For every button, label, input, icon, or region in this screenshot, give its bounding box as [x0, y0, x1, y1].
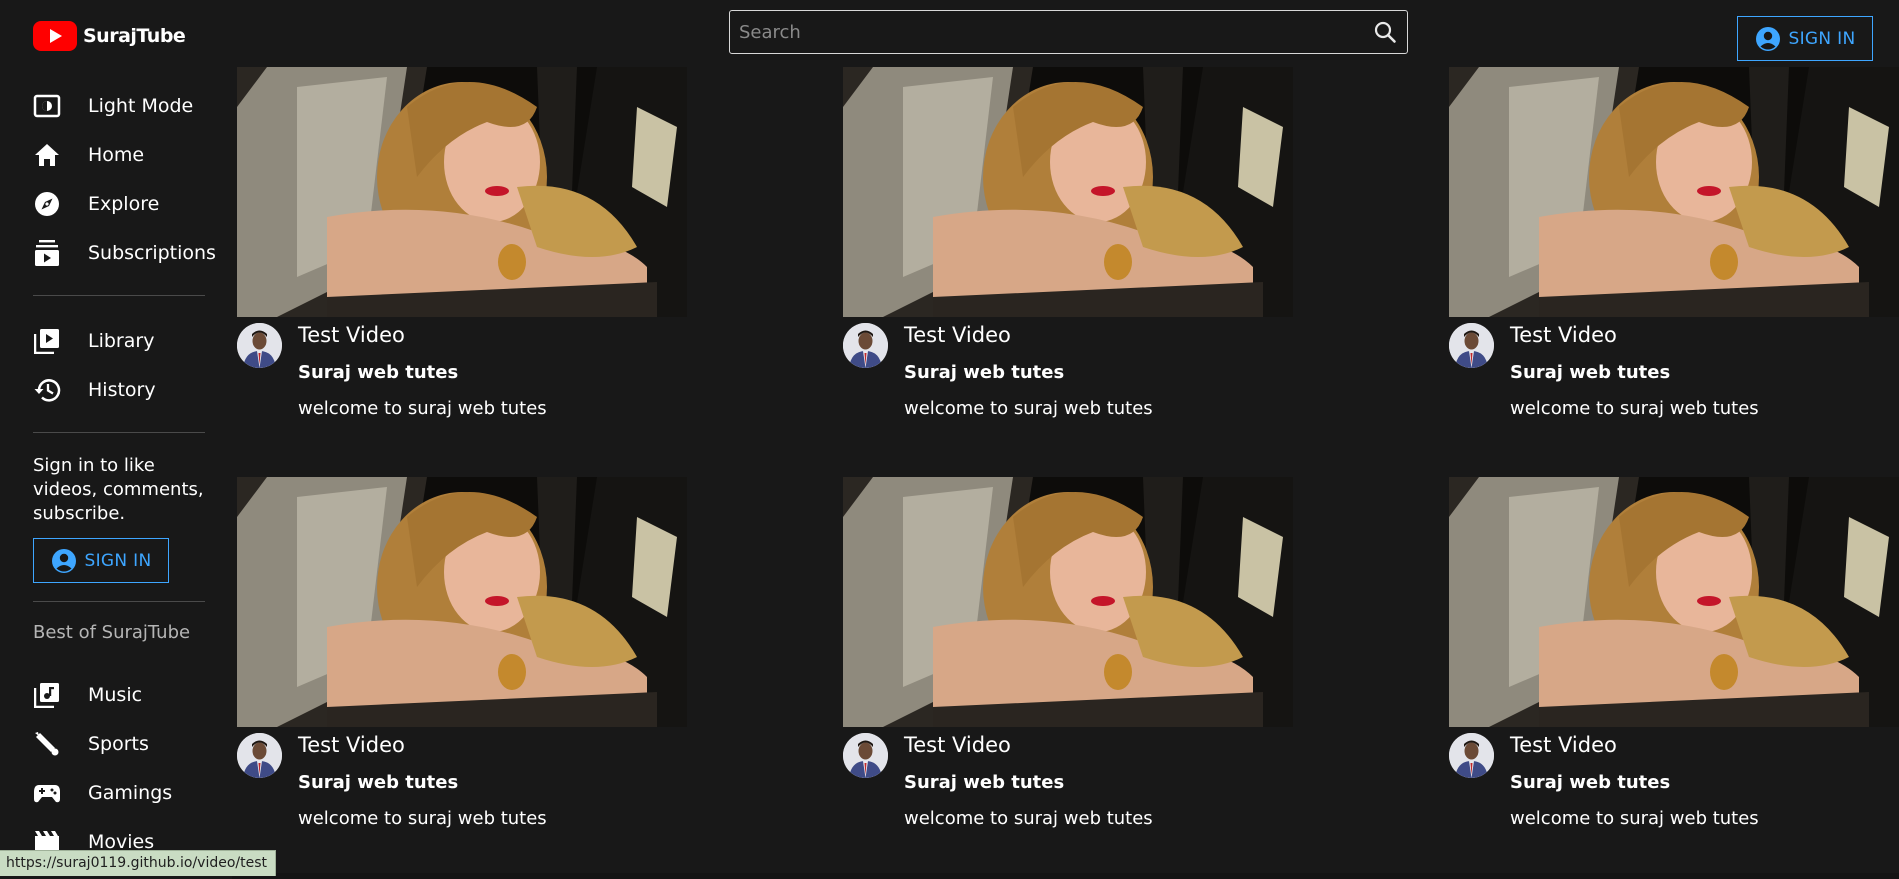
video-title[interactable]: Test Video [904, 733, 1011, 757]
sidebar-item-label: Home [88, 144, 145, 166]
video-thumbnail[interactable] [843, 477, 1293, 727]
header-signin-label: SIGN IN [1788, 28, 1856, 49]
sidebar-item-gamings[interactable]: Gamings [33, 775, 172, 811]
sidebar-signin-label: SIGN IN [84, 550, 152, 571]
video-description: welcome to suraj web tutes [904, 398, 1153, 419]
sidebar-item-label: History [88, 379, 156, 401]
search-input[interactable] [730, 11, 1363, 53]
logo-play-icon [33, 21, 77, 51]
video-thumbnail[interactable] [237, 67, 687, 317]
channel-name[interactable]: Suraj web tutes [904, 772, 1064, 793]
video-thumbnail[interactable] [843, 67, 1293, 317]
channel-avatar[interactable] [237, 733, 282, 778]
signin-prompt: Sign in to like videos, comments, subscr… [33, 455, 204, 524]
sidebar-item-music[interactable]: Music [33, 677, 142, 713]
sidebar-item-label: Sports [88, 733, 149, 755]
sidebar-item-label: Library [88, 330, 155, 352]
video-title[interactable]: Test Video [298, 733, 405, 757]
video-description: welcome to suraj web tutes [904, 808, 1153, 829]
video-card[interactable]: Test Video Suraj web tutes welcome to su… [237, 67, 687, 427]
channel-avatar[interactable] [843, 323, 888, 368]
subscriptions-icon [33, 239, 61, 267]
sidebar-divider [33, 601, 205, 602]
sidebar-item-explore[interactable]: Explore [33, 186, 159, 222]
link-status-bar: https://suraj0119.github.io/video/test [0, 850, 277, 876]
header-signin-button[interactable]: SIGN IN [1737, 16, 1873, 61]
search-icon [1374, 21, 1396, 43]
video-title[interactable]: Test Video [904, 323, 1011, 347]
channel-avatar[interactable] [1449, 733, 1494, 778]
explore-icon [33, 190, 61, 218]
channel-avatar[interactable] [1449, 323, 1494, 368]
channel-name[interactable]: Suraj web tutes [1510, 362, 1670, 383]
channel-name[interactable]: Suraj web tutes [298, 772, 458, 793]
sports-icon [33, 730, 61, 758]
sidebar-item-home[interactable]: Home [33, 137, 144, 173]
sidebar-item-history[interactable]: History [33, 372, 156, 408]
music-icon [33, 681, 61, 709]
light-mode-icon [33, 92, 61, 120]
history-icon [33, 376, 61, 404]
sidebar-item-label: Music [88, 684, 143, 706]
app-logo[interactable]: SurajTube [33, 20, 186, 52]
channel-name[interactable]: Suraj web tutes [1510, 772, 1670, 793]
channel-name[interactable]: Suraj web tutes [298, 362, 458, 383]
sidebar-item-label: Subscriptions [88, 242, 216, 264]
account-icon [1755, 26, 1780, 51]
sidebar-divider [33, 295, 205, 296]
video-description: welcome to suraj web tutes [1510, 808, 1759, 829]
sidebar-signin-button[interactable]: SIGN IN [33, 538, 169, 583]
search-button[interactable] [1363, 11, 1407, 53]
sidebar-item-sports[interactable]: Sports [33, 726, 149, 762]
video-title[interactable]: Test Video [298, 323, 405, 347]
app-name: SurajTube [83, 25, 186, 47]
video-card[interactable]: Test Video Suraj web tutes welcome to su… [1449, 477, 1899, 837]
video-card[interactable]: Test Video Suraj web tutes welcome to su… [1449, 67, 1899, 427]
home-icon [33, 141, 61, 169]
account-icon [51, 548, 76, 573]
video-card[interactable]: Test Video Suraj web tutes welcome to su… [237, 477, 687, 837]
search-bar [729, 10, 1408, 54]
app-root: SurajTube SIGN IN Light Mode [0, 0, 1899, 879]
sidebar-item-library[interactable]: Library [33, 323, 154, 359]
sidebar-item-subscriptions[interactable]: Subscriptions [33, 235, 216, 271]
video-thumbnail[interactable] [1449, 477, 1899, 727]
sidebar-item-label: Gamings [88, 782, 173, 804]
channel-name[interactable]: Suraj web tutes [904, 362, 1064, 383]
video-description: welcome to suraj web tutes [298, 398, 547, 419]
library-icon [33, 327, 61, 355]
video-card[interactable]: Test Video Suraj web tutes welcome to su… [843, 477, 1293, 837]
sidebar-divider [33, 432, 205, 433]
video-title[interactable]: Test Video [1510, 733, 1617, 757]
video-card[interactable]: Test Video Suraj web tutes welcome to su… [843, 67, 1293, 427]
sidebar-item-light-mode[interactable]: Light Mode [33, 88, 193, 124]
sidebar-item-label: Explore [88, 193, 160, 215]
video-description: welcome to suraj web tutes [298, 808, 547, 829]
channel-avatar[interactable] [843, 733, 888, 778]
channel-avatar[interactable] [237, 323, 282, 368]
next-row-peek [232, 873, 1899, 879]
video-thumbnail[interactable] [237, 477, 687, 727]
video-title[interactable]: Test Video [1510, 323, 1617, 347]
sidebar-item-label: Light Mode [88, 95, 194, 117]
gaming-icon [33, 779, 61, 807]
video-thumbnail[interactable] [1449, 67, 1899, 317]
video-description: welcome to suraj web tutes [1510, 398, 1759, 419]
best-of-title: Best of SurajTube [33, 622, 191, 643]
